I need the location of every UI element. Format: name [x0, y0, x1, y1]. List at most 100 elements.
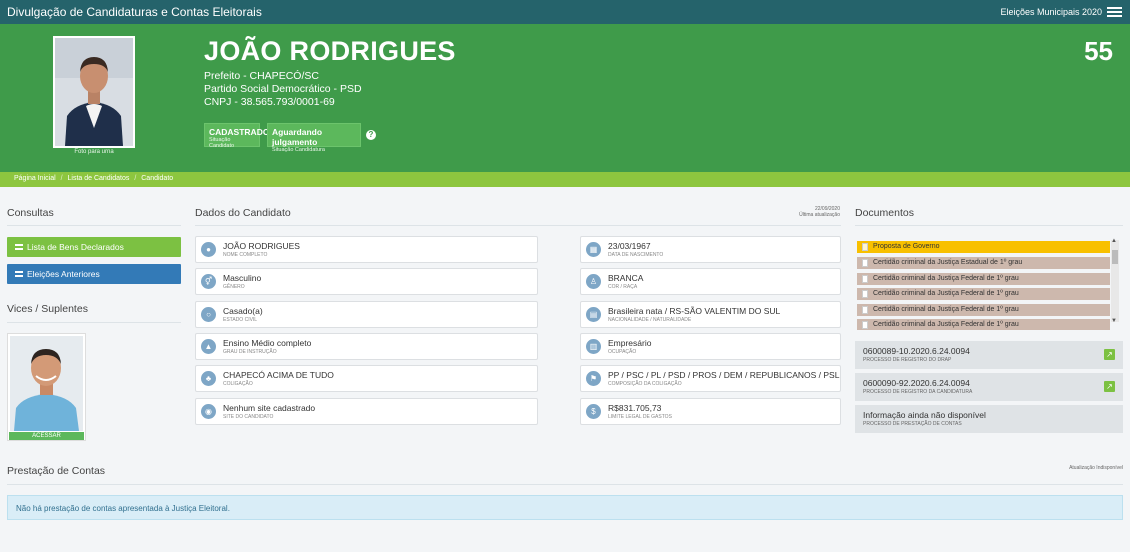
divider — [7, 225, 181, 226]
process-label: Processo de registro do DRAP — [863, 357, 952, 363]
field-label: Cor / Raça — [608, 284, 638, 290]
process-number: 0600090-92.2020.6.24.0094 — [863, 378, 970, 388]
documents-scrollbar[interactable] — [1111, 240, 1119, 322]
field-label: Nome completo — [223, 252, 268, 258]
scroll-up-icon[interactable]: ▲ — [1111, 238, 1117, 244]
field-value: CHAPECÓ ACIMA DE TUDO — [223, 370, 334, 380]
breadcrumb-home[interactable]: Página Inicial — [14, 175, 56, 182]
document-item[interactable]: Certidão criminal da Justiça Federal de … — [857, 319, 1110, 330]
field-label: Limite legal de gastos — [608, 414, 672, 420]
field-genero: ⚥ Masculino Gênero — [195, 268, 538, 295]
field-label: Gênero — [223, 284, 245, 290]
process-label: Processo de prestação de contas — [863, 421, 962, 427]
status-main: Aguardando julgamento — [272, 127, 323, 147]
field-label: Estado civil — [223, 317, 258, 323]
app-title[interactable]: Divulgação de Candidaturas e Contas Elei… — [7, 5, 262, 19]
consultas-title: Consultas — [7, 207, 54, 219]
gender-icon: ⚥ — [201, 274, 216, 289]
calendar-icon: ▦ — [586, 242, 601, 257]
field-value: Brasileira nata / RS-SÃO VALENTIM DO SUL — [608, 306, 781, 316]
document-label: Certidão criminal da Justiça Federal de … — [873, 290, 1019, 297]
hamburger-icon[interactable] — [1107, 7, 1122, 17]
graduation-cap-icon: ▲ — [201, 339, 216, 354]
breadcrumb-list[interactable]: Lista de Candidatos — [68, 175, 130, 182]
documentos-title: Documentos — [855, 207, 914, 219]
eleicoes-anteriores-button[interactable]: Eleições Anteriores — [7, 264, 181, 284]
divider — [7, 322, 181, 323]
field-value: Casado(a) — [223, 306, 263, 316]
file-icon — [862, 259, 868, 267]
external-link-icon[interactable]: ↗ — [1104, 349, 1115, 360]
field-value: JOÃO RODRIGUES — [223, 241, 300, 251]
field-label: Data de nascimento — [608, 252, 664, 258]
list-icon — [15, 244, 23, 250]
candidate-header: Foto para urna JOÃO RODRIGUES Prefeito -… — [0, 24, 1130, 172]
field-label: Site do candidato — [223, 414, 274, 420]
document-item[interactable]: Certidão criminal da Justiça Federal de … — [857, 273, 1110, 285]
scroll-thumb[interactable] — [1112, 250, 1118, 264]
status-badge-candidate: CADASTRADO Situação Candidato — [204, 123, 269, 149]
field-value: Empresário — [608, 338, 652, 348]
field-value: R$831.705,73 — [608, 403, 662, 413]
dollar-icon: $ — [586, 404, 601, 419]
field-value: PP / PSC / PL / PSD / PROS / DEM / REPUB… — [608, 370, 840, 380]
bens-label: Lista de Bens Declarados — [27, 242, 124, 252]
breadcrumb-current: Candidato — [141, 175, 174, 182]
field-composicao: ⚑ PP / PSC / PL / PSD / PROS / DEM / REP… — [580, 365, 841, 392]
breadcrumb: Página Inicial / Lista de Candidatos / C… — [0, 172, 1130, 187]
process-drap[interactable]: 0600089-10.2020.6.24.0094 Processo de re… — [855, 341, 1123, 369]
scroll-down-icon[interactable]: ▼ — [1111, 318, 1117, 324]
documents-list: Proposta de Governo Certidão criminal da… — [855, 238, 1122, 330]
anteriores-label: Eleições Anteriores — [27, 269, 100, 279]
vice-photo[interactable] — [7, 333, 86, 441]
candidate-cnpj: CNPJ - 38.565.793/0001-69 — [204, 96, 335, 108]
help-icon[interactable]: ? — [366, 130, 376, 140]
map-icon: ▤ — [586, 307, 601, 322]
field-limite-gastos: $ R$831.705,73 Limite legal de gastos — [580, 398, 841, 425]
process-number: Informação ainda não disponível — [863, 410, 986, 420]
document-item[interactable]: Certidão criminal da Justiça Federal de … — [857, 288, 1110, 300]
candidate-party: Partido Social Democrático - PSD — [204, 83, 362, 95]
file-icon — [862, 275, 868, 283]
building-icon: ▥ — [586, 339, 601, 354]
external-link-icon[interactable]: ↗ — [1104, 381, 1115, 392]
prestacao-title: Prestação de Contas — [7, 465, 106, 477]
field-value: BRANCA — [608, 273, 644, 283]
field-label: Coligação — [223, 381, 253, 387]
process-label: Processo de registro da candidatura — [863, 389, 973, 395]
vice-access-button[interactable]: ACESSAR — [9, 432, 84, 440]
list-icon — [15, 271, 23, 277]
field-nacionalidade: ▤ Brasileira nata / RS-SÃO VALENTIM DO S… — [580, 301, 841, 328]
field-nome: ● JOÃO RODRIGUES Nome completo — [195, 236, 538, 263]
ring-icon: ○ — [201, 307, 216, 322]
document-item[interactable]: Certidão criminal da Justiça Federal de … — [857, 304, 1110, 316]
file-icon — [862, 321, 868, 329]
document-item[interactable]: Proposta de Governo — [857, 241, 1110, 253]
last-update: 22/09/2020 Última atualização — [790, 206, 840, 218]
field-cor-raca: ♙ BRANCA Cor / Raça — [580, 268, 841, 295]
election-name[interactable]: Eleições Municipais 2020 — [1000, 7, 1102, 17]
field-nascimento: ▦ 23/03/1967 Data de nascimento — [580, 236, 841, 263]
candidate-office: Prefeito - CHAPECÓ/SC — [204, 70, 319, 82]
document-label: Proposta de Governo — [873, 243, 940, 250]
file-icon — [862, 290, 868, 298]
process-candidatura[interactable]: 0600090-92.2020.6.24.0094 Processo de re… — [855, 373, 1123, 401]
person-icon: ♙ — [586, 274, 601, 289]
field-ocupacao: ▥ Empresário Ocupação — [580, 333, 841, 360]
process-contas: Informação ainda não disponível Processo… — [855, 405, 1123, 433]
bens-declarados-button[interactable]: Lista de Bens Declarados — [7, 237, 181, 257]
process-number: 0600089-10.2020.6.24.0094 — [863, 346, 970, 356]
field-label: Nacionalidade / Naturalidade — [608, 317, 692, 323]
photo-caption: Foto para urna — [74, 149, 114, 155]
document-item[interactable]: Certidão criminal da Justiça Estadual de… — [857, 257, 1110, 269]
candidate-photo — [53, 36, 135, 148]
breadcrumb-separator: / — [60, 175, 63, 182]
divider — [7, 484, 1123, 485]
breadcrumb-separator: / — [134, 175, 137, 182]
group-icon: ♣ — [201, 371, 216, 386]
divider — [195, 225, 841, 226]
candidate-number: 55 — [1084, 36, 1113, 66]
field-value: Nenhum site cadastrado — [223, 403, 316, 413]
vices-title: Vices / Suplentes — [7, 303, 88, 315]
field-estado-civil: ○ Casado(a) Estado civil — [195, 301, 538, 328]
